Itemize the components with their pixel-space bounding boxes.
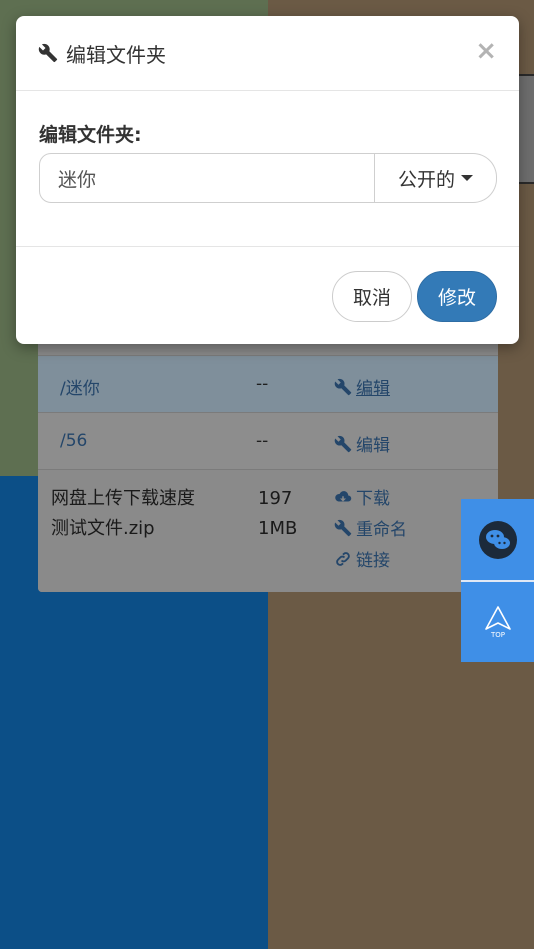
file-name: 网盘上传下载速度 测试文件.zip — [51, 484, 241, 544]
link-icon — [336, 551, 350, 566]
file-table: /迷你 -- 编辑 /56 -- 编辑 网盘上传下载速度 测试文件.zip 19… — [38, 342, 498, 592]
edit-folder-link[interactable]: 编辑 — [334, 431, 390, 456]
folder-size: -- — [256, 374, 269, 394]
modal-title-text: 编辑文件夹 — [66, 42, 166, 67]
back-to-top-button[interactable]: TOP — [461, 582, 534, 662]
modal-body: 编辑文件夹: 公开的 — [16, 92, 519, 247]
close-icon[interactable]: × — [475, 38, 497, 64]
edit-folder-link[interactable]: 编辑 — [334, 374, 390, 399]
cancel-button[interactable]: 取消 — [332, 271, 412, 322]
cloud-download-icon — [335, 490, 352, 501]
top-label: TOP — [489, 631, 504, 639]
download-label: 下载 — [356, 489, 390, 509]
folder-input-group: 公开的 — [39, 153, 497, 203]
table-row: /56 -- 编辑 — [38, 412, 498, 469]
file-size-line: 1MB — [258, 518, 298, 539]
folder-link[interactable]: /迷你 — [60, 374, 100, 399]
link-link[interactable]: 链接 — [334, 546, 407, 571]
edit-label: 编辑 — [356, 436, 390, 456]
folder-name-input[interactable] — [39, 153, 375, 203]
folder-link[interactable]: /56 — [60, 431, 87, 451]
wechat-button[interactable] — [461, 499, 534, 580]
folder-name-label: 编辑文件夹: — [39, 124, 142, 146]
edit-folder-modal: 编辑文件夹 × 编辑文件夹: 公开的 取消 修改 — [16, 16, 519, 344]
modal-title: 编辑文件夹 — [38, 39, 166, 68]
wrench-icon — [334, 378, 352, 395]
rename-label: 重命名 — [356, 520, 407, 540]
table-row: /迷你 -- 编辑 — [38, 355, 498, 412]
link-label: 链接 — [356, 551, 390, 571]
file-name-line: 测试文件.zip — [51, 518, 155, 539]
table-row: 网盘上传下载速度 测试文件.zip 197 1MB 下载 重命名 链接 — [38, 469, 498, 592]
wrench-icon — [334, 519, 352, 536]
wrench-icon — [334, 435, 352, 452]
visibility-label: 公开的 — [397, 168, 455, 191]
file-name-line: 网盘上传下载速度 — [51, 488, 195, 509]
file-size: 197 1MB — [258, 484, 297, 544]
file-size-line: 197 — [258, 488, 293, 509]
back-to-top-icon: TOP — [484, 606, 511, 639]
modal-header: 编辑文件夹 × — [16, 16, 519, 91]
wechat-icon — [478, 520, 517, 559]
edit-label: 编辑 — [356, 379, 390, 399]
file-actions: 下载 重命名 链接 — [334, 484, 407, 571]
visibility-dropdown[interactable]: 公开的 — [375, 153, 497, 203]
folder-size: -- — [256, 431, 269, 451]
chevron-down-icon — [461, 175, 473, 181]
modal-footer: 取消 修改 — [16, 248, 519, 344]
wrench-icon — [38, 43, 58, 63]
submit-button[interactable]: 修改 — [417, 271, 497, 322]
download-link[interactable]: 下载 — [334, 484, 407, 509]
rename-link[interactable]: 重命名 — [334, 515, 407, 540]
